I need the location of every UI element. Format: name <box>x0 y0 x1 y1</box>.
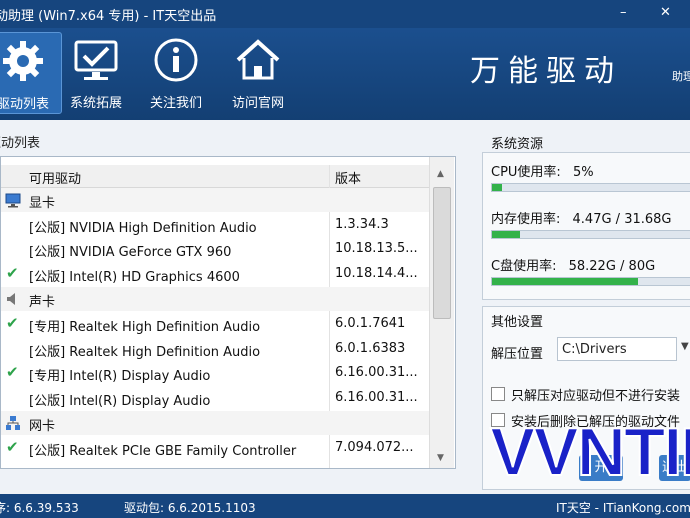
checkmark-icon[interactable]: ✔ <box>6 264 19 282</box>
monitor-check-icon <box>74 40 118 80</box>
cpu-usage-label: CPU使用率: <box>491 165 561 180</box>
header-toolbar: 驱动列表 系统拓展 关注我们 访问官网 万能驱动 助理 <box>0 28 690 120</box>
watermark-logo: VVNTIP <box>489 414 690 490</box>
driver-version: 7.094.072... <box>335 440 414 455</box>
gear-icon <box>3 41 43 81</box>
disk-usage-label: C盘使用率: <box>491 259 557 274</box>
scroll-up-arrow-icon[interactable]: ▲ <box>437 169 444 179</box>
nav-system-extend-label: 系统拓展 <box>69 96 122 111</box>
window-controls: – ✕ <box>610 0 690 28</box>
memory-usage-bar-fill <box>492 231 520 238</box>
unzip-location-label: 解压位置 <box>491 347 544 362</box>
driver-list-section-title: 驱动列表 <box>0 136 41 151</box>
nav-driver-list[interactable]: 驱动列表 <box>0 32 62 114</box>
scroll-down-arrow-icon[interactable]: ▼ <box>437 453 444 463</box>
site-link[interactable]: IT天空 - ITianKong.com <box>556 499 690 516</box>
driver-row[interactable]: ✔ [公版] Realtek PCIe GBE Family Controlle… <box>1 436 429 460</box>
memory-usage-label: 内存使用率: <box>491 212 561 227</box>
group-row-audio[interactable]: 声卡 <box>1 287 429 311</box>
driver-row[interactable]: ✔ [专用] Realtek High Definition Audio 6.0… <box>1 312 429 336</box>
driver-name: [专用] Realtek High Definition Audio <box>29 320 261 335</box>
memory-usage-bar <box>491 230 690 239</box>
memory-usage-value: 4.47G / 31.68G <box>572 212 672 227</box>
nav-driver-list-label: 驱动列表 <box>0 97 49 112</box>
column-header-driver[interactable]: 可用驱动 <box>29 168 81 187</box>
group-label: 声卡 <box>29 295 56 310</box>
driver-row[interactable]: ✔ [公版] Intel(R) HD Graphics 4600 10.18.1… <box>1 262 429 286</box>
scrollbar-thumb[interactable] <box>433 187 451 319</box>
settings-title: 其他设置 <box>491 315 544 330</box>
memory-usage: 内存使用率: 4.47G / 31.68G <box>491 208 672 227</box>
driver-version: 6.0.1.6383 <box>335 341 406 356</box>
nav-system-extend[interactable]: 系统拓展 <box>58 32 134 112</box>
program-version: 程序: 6.6.39.533 <box>0 501 79 515</box>
nav-follow-us[interactable]: 关注我们 <box>138 32 214 112</box>
driver-name: [公版] Realtek PCIe GBE Family Controller <box>29 444 297 459</box>
cpu-usage-bar-fill <box>492 184 502 191</box>
chevron-down-icon[interactable]: ▼ <box>681 341 689 352</box>
column-header-version[interactable]: 版本 <box>335 168 361 187</box>
driver-version: 10.18.14.4... <box>335 266 418 281</box>
driver-row[interactable]: [公版] NVIDIA GeForce GTX 960 10.18.13.5..… <box>1 237 429 261</box>
unzip-path-input[interactable] <box>557 337 677 361</box>
driver-row[interactable]: [公版] Intel(R) Display Audio 6.16.00.31..… <box>1 386 429 410</box>
group-row-network[interactable]: 网卡 <box>1 411 429 435</box>
system-resources-panel: 系统资源 CPU使用率: 5% 内存使用率: 4.47G / 31.68G C盘… <box>482 137 690 300</box>
home-icon <box>236 39 280 80</box>
display-icon <box>5 193 21 208</box>
checkmark-icon[interactable]: ✔ <box>6 363 19 381</box>
window-title: 驱动助理 (Win7.x64 专用) - IT天空出品 <box>0 9 217 24</box>
driver-list-header: 可用驱动 版本 <box>1 165 429 188</box>
checkmark-icon[interactable]: ✔ <box>6 438 19 456</box>
speaker-icon <box>7 293 15 305</box>
group-label: 显卡 <box>29 196 56 211</box>
nav-visit-website[interactable]: 访问官网 <box>220 32 296 112</box>
status-bar: 程序: 6.6.39.533 驱动包: 6.6.2015.1103 IT天空 -… <box>0 494 690 518</box>
driver-name: [专用] Intel(R) Display Audio <box>29 369 211 384</box>
driver-name: [公版] Realtek High Definition Audio <box>29 345 261 360</box>
driver-row[interactable]: ✔ [专用] Intel(R) Display Audio 6.16.00.31… <box>1 361 429 385</box>
driver-name: [公版] Intel(R) Display Audio <box>29 394 211 409</box>
unzip-only-checkbox[interactable] <box>491 387 505 401</box>
driver-list-table[interactable]: 可用驱动 版本 显卡 [公版] NVIDIA High Definition A… <box>0 156 456 469</box>
driver-pack-version: 驱动包: 6.6.2015.1103 <box>124 501 256 515</box>
resources-title: 系统资源 <box>491 137 544 152</box>
nav-visit-website-label: 访问官网 <box>231 96 284 111</box>
driver-name: [公版] Intel(R) HD Graphics 4600 <box>29 270 240 285</box>
disk-usage-bar-fill <box>492 278 638 285</box>
driver-name: [公版] NVIDIA High Definition Audio <box>29 221 257 236</box>
info-icon <box>154 38 198 82</box>
driver-row[interactable]: [公版] Realtek High Definition Audio 6.0.1… <box>1 337 429 361</box>
cpu-usage-value: 5% <box>572 165 594 180</box>
network-icon <box>6 416 20 430</box>
driver-version: 6.0.1.7641 <box>335 316 406 331</box>
driver-version: 1.3.34.3 <box>335 217 389 232</box>
nav-follow-us-label: 关注我们 <box>149 96 202 111</box>
driver-name: [公版] NVIDIA GeForce GTX 960 <box>29 245 232 260</box>
brand-sub-text: 助理 <box>672 70 690 83</box>
group-row-display[interactable]: 显卡 <box>1 188 429 212</box>
driver-version: 6.16.00.31... <box>335 390 418 405</box>
brand-logo-text: 万能驱动 <box>470 54 622 89</box>
driver-version: 10.18.13.5... <box>335 241 418 256</box>
cpu-usage: CPU使用率: 5% <box>491 161 594 180</box>
title-bar: 驱动助理 (Win7.x64 专用) - IT天空出品 – ✕ <box>0 0 690 28</box>
disk-usage-bar <box>491 277 690 286</box>
disk-usage: C盘使用率: 58.22G / 80G <box>491 255 655 274</box>
checkmark-icon[interactable]: ✔ <box>6 314 19 332</box>
driver-list-scrollbar[interactable]: ▲ ▼ <box>429 157 454 468</box>
driver-row[interactable]: [公版] NVIDIA High Definition Audio 1.3.34… <box>1 213 429 237</box>
close-button[interactable]: ✕ <box>660 5 671 20</box>
driver-version: 6.16.00.31... <box>335 365 418 380</box>
minimize-button[interactable]: – <box>620 5 627 20</box>
unzip-only-label: 只解压对应驱动但不进行安装 <box>511 389 681 404</box>
disk-usage-value: 58.22G / 80G <box>568 259 656 274</box>
cpu-usage-bar <box>491 183 690 192</box>
group-label: 网卡 <box>29 419 56 434</box>
